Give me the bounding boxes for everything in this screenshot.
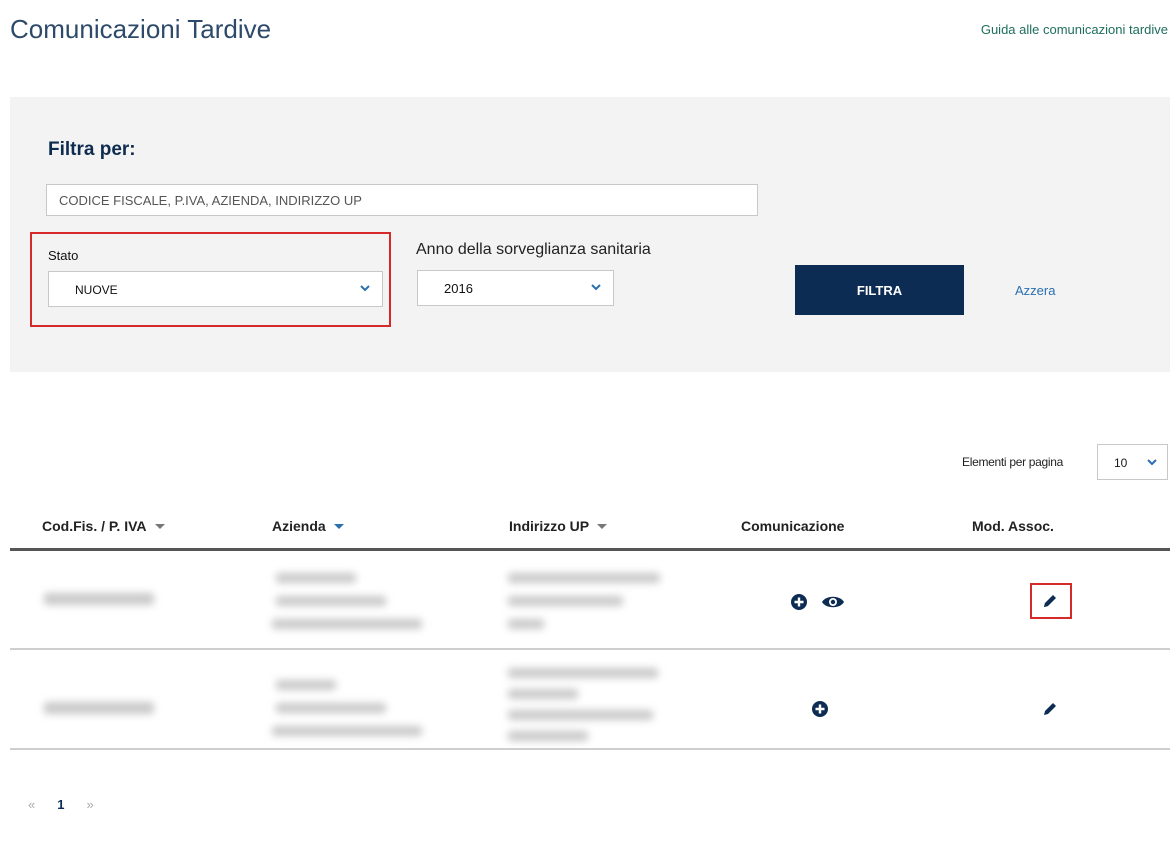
redacted-indirizzo — [508, 573, 660, 583]
redacted-azienda — [276, 573, 356, 583]
page-title: Comunicazioni Tardive — [10, 14, 272, 44]
stato-label: Stato — [48, 248, 79, 263]
redacted-indirizzo — [508, 596, 623, 606]
redacted-indirizzo — [508, 689, 578, 699]
eye-icon[interactable] — [821, 594, 845, 610]
redacted-indirizzo — [508, 710, 653, 720]
column-header-mod-assoc: Mod. Assoc. — [972, 518, 1054, 534]
column-header-comunicazione: Comunicazione — [741, 518, 845, 534]
filter-button[interactable]: FILTRA — [795, 265, 964, 315]
stato-selected-value: NUOVE — [75, 283, 118, 297]
redacted-indirizzo — [508, 731, 588, 741]
pencil-icon[interactable] — [1041, 592, 1059, 610]
redacted-azienda — [272, 726, 422, 736]
redacted-indirizzo — [508, 668, 658, 678]
sort-down-icon — [333, 524, 344, 529]
anno-select[interactable]: 2016 — [417, 270, 614, 306]
results-table: Cod.Fis. / P. IVA Azienda Indirizzo UP C… — [10, 508, 1170, 750]
pagination-next[interactable]: » — [86, 797, 93, 812]
page-size-value: 10 — [1114, 456, 1128, 470]
page-size-label: Elementi per pagina — [962, 455, 1064, 469]
redacted-cf — [44, 702, 154, 714]
pagination: « 1 » — [28, 797, 94, 812]
anno-selected-value: 2016 — [444, 281, 473, 296]
table-header: Cod.Fis. / P. IVA Azienda Indirizzo UP C… — [10, 508, 1170, 551]
redacted-azienda — [272, 619, 422, 629]
pagination-prev[interactable]: « — [28, 797, 35, 812]
reset-link[interactable]: Azzera — [1015, 283, 1055, 298]
plus-circle-icon[interactable] — [790, 593, 808, 611]
guide-link[interactable]: Guida alle comunicazioni tardive — [981, 22, 1168, 37]
chevron-down-icon — [1147, 459, 1157, 466]
stato-select[interactable]: NUOVE — [48, 271, 383, 307]
redacted-azienda — [276, 703, 386, 713]
pencil-icon[interactable] — [1041, 700, 1059, 718]
redacted-azienda — [276, 680, 336, 690]
filter-panel: Filtra per: Stato NUOVE Anno della sorve… — [10, 97, 1170, 372]
search-input[interactable] — [46, 184, 758, 216]
chevron-down-icon — [591, 284, 601, 291]
filter-heading: Filtra per: — [48, 139, 136, 160]
sort-down-icon — [597, 524, 608, 529]
page-size-select[interactable]: 10 — [1097, 444, 1168, 480]
column-header-cf[interactable]: Cod.Fis. / P. IVA — [42, 518, 167, 534]
redacted-cf — [44, 593, 154, 605]
table-row — [10, 650, 1170, 750]
redacted-indirizzo — [508, 619, 544, 629]
chevron-down-icon — [360, 285, 370, 292]
sort-down-icon — [154, 524, 165, 529]
stato-field-highlight: Stato NUOVE — [30, 232, 391, 327]
anno-label: Anno della sorveglianza sanitaria — [416, 241, 651, 258]
plus-circle-icon[interactable] — [811, 700, 829, 718]
redacted-azienda — [276, 596, 386, 606]
pagination-page-1[interactable]: 1 — [57, 797, 64, 812]
column-header-indirizzo[interactable]: Indirizzo UP — [509, 518, 609, 534]
table-row — [10, 551, 1170, 650]
column-header-azienda[interactable]: Azienda — [272, 518, 346, 534]
